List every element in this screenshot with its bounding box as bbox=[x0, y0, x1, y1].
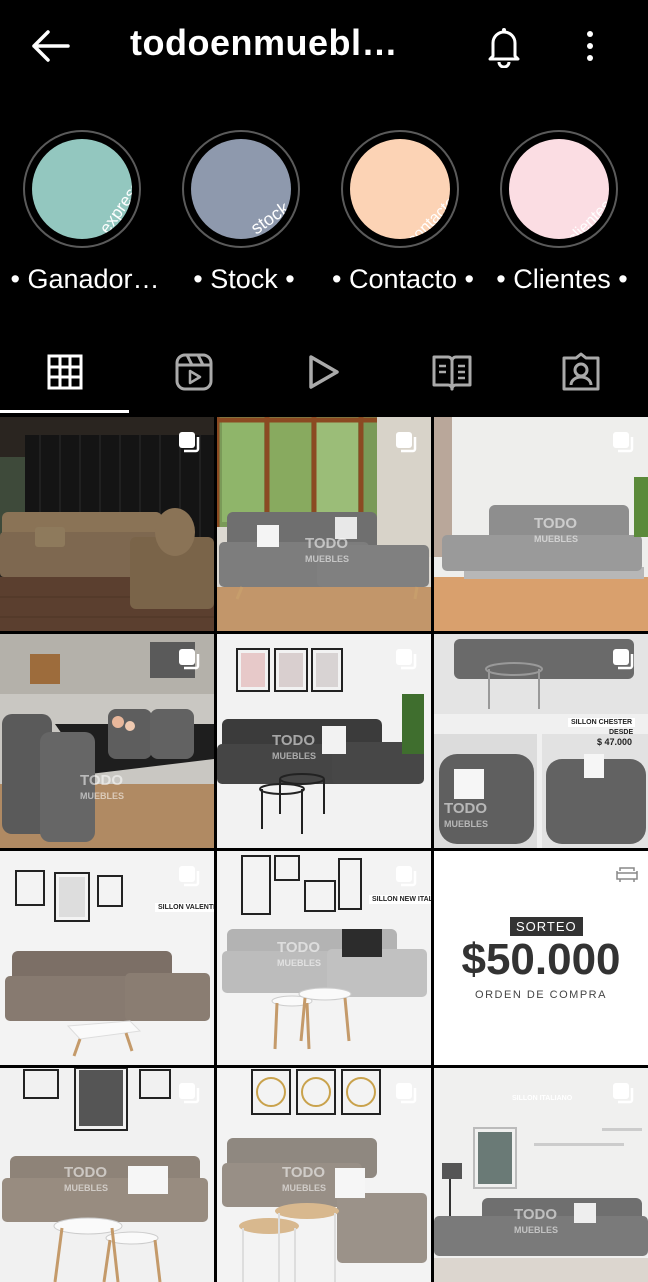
watermark: TODO MUEBLES bbox=[282, 1164, 327, 1193]
watermark: TODO MUEBLES bbox=[514, 1206, 559, 1235]
reels-icon bbox=[175, 353, 212, 391]
story-highlights: express • Ganador… stock • Stock • conta… bbox=[0, 128, 648, 308]
post-thumbnail[interactable]: TODO MUEBLES bbox=[0, 1068, 214, 1282]
highlight-cover-text: express bbox=[96, 178, 132, 238]
post-thumbnail[interactable]: TODO MUEBLES bbox=[217, 634, 431, 848]
multiple-posts-icon bbox=[179, 432, 200, 453]
watermark: TODO MUEBLES bbox=[64, 1164, 109, 1193]
watermark: TODO MUEBLES bbox=[277, 939, 322, 968]
tagged-person-icon bbox=[562, 352, 599, 391]
product-price: $ 47.000 bbox=[597, 737, 633, 747]
watermark: TODO MUEBLES bbox=[272, 732, 317, 761]
highlight-cover: contacto bbox=[350, 139, 450, 239]
multiple-posts-icon bbox=[396, 432, 417, 453]
multiple-posts-icon bbox=[179, 649, 200, 670]
post-thumbnail[interactable]: SILLON CHESTER DESDE $ 47.000 TODO MUEBLE… bbox=[434, 634, 648, 848]
highlight-cover-text: stock bbox=[247, 197, 291, 238]
watermark: TODO MUEBLES bbox=[444, 800, 489, 829]
highlight-cover: stock bbox=[191, 139, 291, 239]
top-bar: todoenmuebl… bbox=[0, 0, 648, 96]
guides-icon bbox=[432, 355, 471, 391]
multiple-posts-icon bbox=[613, 432, 634, 453]
watermark: TODO MUEBLES bbox=[305, 535, 350, 564]
sofa-icon bbox=[616, 867, 638, 882]
post-thumbnail[interactable]: SORTEO $50.000 ORDEN DE COMPRA bbox=[434, 851, 648, 1065]
posts-grid: TODO MUEBLES TODO MUEBLES TODO MUEBLES T… bbox=[0, 417, 648, 1282]
tab-tagged[interactable] bbox=[516, 330, 645, 414]
highlight-label: • Contacto • bbox=[332, 264, 474, 294]
post-thumbnail[interactable]: SILLON VALENTINA bbox=[0, 851, 214, 1065]
product-label: SILLON CHESTER bbox=[568, 718, 636, 727]
tab-reels[interactable] bbox=[129, 330, 258, 414]
post-thumbnail[interactable]: SILLON ITALIANO TODO MUEBLES bbox=[434, 1068, 648, 1282]
grid-icon bbox=[47, 354, 82, 390]
play-icon bbox=[308, 355, 339, 389]
highlight-cover: clientes bbox=[509, 139, 609, 239]
watermark: TODO MUEBLES bbox=[80, 772, 125, 801]
post-thumbnail[interactable]: TODO MUEBLES bbox=[0, 634, 214, 848]
multiple-posts-icon bbox=[396, 1083, 417, 1104]
profile-username: todoenmuebl… bbox=[130, 22, 398, 63]
product-label: SILLON NEW ITALIANO bbox=[369, 895, 431, 904]
post-thumbnail[interactable]: TODO MUEBLES bbox=[217, 1068, 431, 1282]
active-tab-indicator bbox=[0, 410, 129, 413]
tab-grid[interactable] bbox=[0, 330, 129, 414]
highlight-label: • Ganador… bbox=[10, 264, 160, 294]
profile-tabs bbox=[0, 330, 648, 414]
promo-price: $50.000 bbox=[461, 935, 621, 984]
more-options-icon[interactable] bbox=[578, 28, 602, 64]
multiple-posts-icon bbox=[396, 866, 417, 887]
highlight-ring: stock bbox=[182, 130, 300, 248]
highlight-cover-text: clientes bbox=[565, 197, 609, 239]
watermark: TODO MUEBLES bbox=[534, 515, 579, 544]
multiple-posts-icon bbox=[179, 866, 200, 887]
post-thumbnail[interactable]: TODO MUEBLES bbox=[434, 417, 648, 631]
promo-subtitle: ORDEN DE COMPRA bbox=[475, 989, 607, 1001]
product-label: SILLON ITALIANO bbox=[512, 1095, 573, 1102]
post-thumbnail[interactable]: SILLON NEW ITALIANO TODOMUEBLES bbox=[217, 851, 431, 1065]
highlight-label: • Stock • bbox=[193, 264, 295, 294]
tab-videos[interactable] bbox=[258, 330, 387, 414]
promo-badge: SORTEO bbox=[510, 917, 583, 936]
tab-guides[interactable] bbox=[387, 330, 516, 414]
highlight-ring: contacto bbox=[341, 130, 459, 248]
multiple-posts-icon bbox=[396, 649, 417, 670]
multiple-posts-icon bbox=[613, 649, 634, 670]
post-thumbnail[interactable]: TODO MUEBLES bbox=[217, 417, 431, 631]
back-arrow-icon[interactable] bbox=[28, 28, 72, 64]
highlight-ring: clientes bbox=[500, 130, 618, 248]
highlight-cover: express bbox=[32, 139, 132, 239]
product-label: SILLON VALENTINA bbox=[155, 903, 214, 912]
highlight-cover-text: contacto bbox=[404, 194, 450, 239]
multiple-posts-icon bbox=[179, 1083, 200, 1104]
post-thumbnail[interactable] bbox=[0, 417, 214, 631]
highlight-label: • Clientes • bbox=[496, 264, 628, 294]
highlight-ring: express bbox=[23, 130, 141, 248]
bell-icon[interactable] bbox=[484, 24, 524, 68]
multiple-posts-icon bbox=[613, 1083, 634, 1104]
